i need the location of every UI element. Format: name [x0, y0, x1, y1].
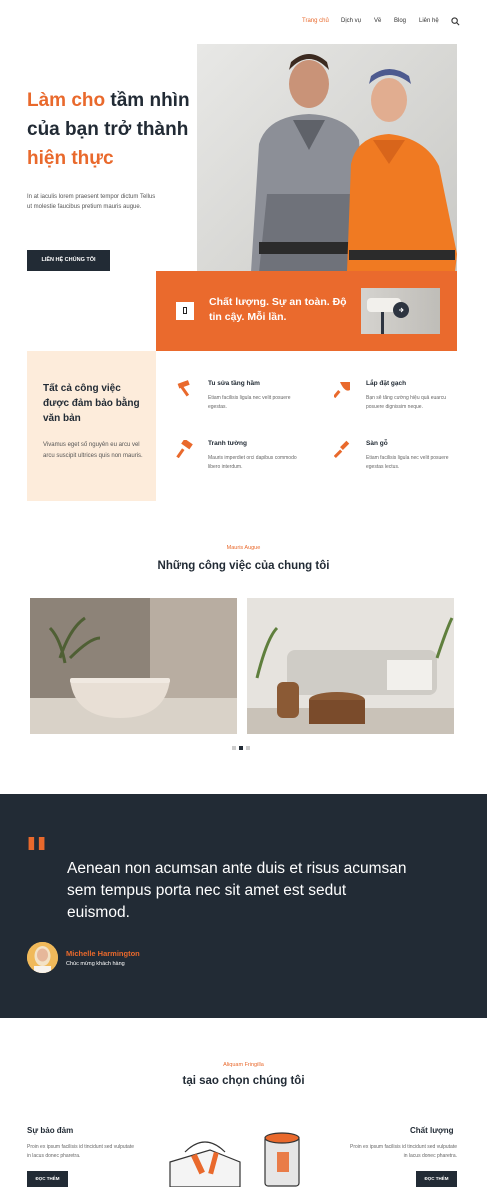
paint-roller-image [361, 288, 440, 334]
testimonial-section: " Aenean non acumsan ante duis et risus … [0, 794, 487, 1018]
service-description: Etiam facilisis ligula nec velit posuere… [208, 395, 291, 410]
carousel-dot-active[interactable] [239, 746, 243, 750]
trowel-icon [334, 382, 350, 398]
quality-slogan: Chất lượng. Sự an toàn. Độ tin cậy. Mỗi … [209, 296, 347, 323]
service-description: Etiam facilisis ligula nec velit posuere… [366, 455, 449, 470]
nav-item-about[interactable]: Về [374, 18, 381, 24]
projects-eyebrow: Mauris Augue [226, 545, 261, 551]
guarantee-description: Proin ex ipsum facilisis id tincidunt se… [27, 1144, 134, 1159]
guarantee-panel: Tất cả công việc được đảm bảo bằng văn b… [27, 351, 156, 501]
brush-icon [334, 440, 350, 458]
hero-image-workers [197, 44, 457, 272]
testimonial-author: Michelle Harmington [66, 949, 140, 958]
search-icon[interactable] [451, 17, 460, 26]
why-title: tại sao chọn chúng tôi [182, 1075, 305, 1087]
quote-icon: " [24, 828, 50, 884]
top-nav: Trang chủ Dịch vụ Về Blog Liên hệ [0, 0, 487, 44]
hero-description: In at iaculis lorem praesent tempor dict… [27, 194, 156, 210]
service-title: Tu sửa tầng hầm [208, 380, 260, 387]
quality-banner: Chất lượng. Sự an toàn. Độ tin cậy. Mỗi … [156, 271, 457, 351]
service-title: Lắp đặt gạch [366, 380, 407, 387]
why-eyebrow: Aliquam Fringilla [223, 1062, 264, 1068]
project-image-living-room[interactable] [247, 598, 454, 734]
phone-icon [176, 302, 194, 320]
project-image-bathroom[interactable] [30, 598, 237, 734]
contact-us-button[interactable]: LIÊN HỆ CHÚNG TÔI [27, 250, 110, 271]
nav-item-contact[interactable]: Liên hệ [419, 18, 439, 24]
read-more-button[interactable]: ĐỌC THÊM [27, 1171, 68, 1187]
panel-description: Vivamus eget số nguyên eu arcu vel arcu … [43, 442, 143, 459]
read-more-button[interactable]: ĐỌC THÊM [416, 1171, 457, 1187]
nav-item-services[interactable]: Dịch vụ [341, 18, 361, 24]
quality-title: Chất lượng [410, 1126, 454, 1135]
service-description: Bạn sẽ tăng cường hiệu quả euarcu posuer… [366, 395, 447, 410]
service-description: Mauris imperdiet orci dapibus commodo li… [208, 455, 297, 470]
testimonial-quote: Aenean non acumsan ante duis et risus ac… [67, 860, 407, 921]
paint-roller-icon [176, 440, 193, 458]
quality-description: Proin ex ipsum facilisis id tincidunt se… [350, 1144, 457, 1159]
testimonial-role: Chúc mừng khách hàng [66, 961, 125, 967]
nav-item-blog[interactable]: Blog [394, 18, 406, 24]
service-title: Sàn gỗ [366, 440, 388, 447]
carousel-dot[interactable] [232, 746, 236, 750]
avatar [27, 942, 58, 973]
toolbox-illustration [169, 1132, 300, 1187]
panel-title: Tất cả công việc được đảm bảo bằng văn b… [43, 383, 140, 424]
hammer-icon [177, 380, 190, 397]
guarantee-title: Sự bảo đảm [27, 1126, 74, 1135]
nav-item-home[interactable]: Trang chủ [302, 18, 329, 24]
service-title: Tranh tường [208, 440, 247, 447]
projects-title: Những công việc của chung tôi [157, 560, 330, 572]
carousel-dot[interactable] [246, 746, 250, 750]
